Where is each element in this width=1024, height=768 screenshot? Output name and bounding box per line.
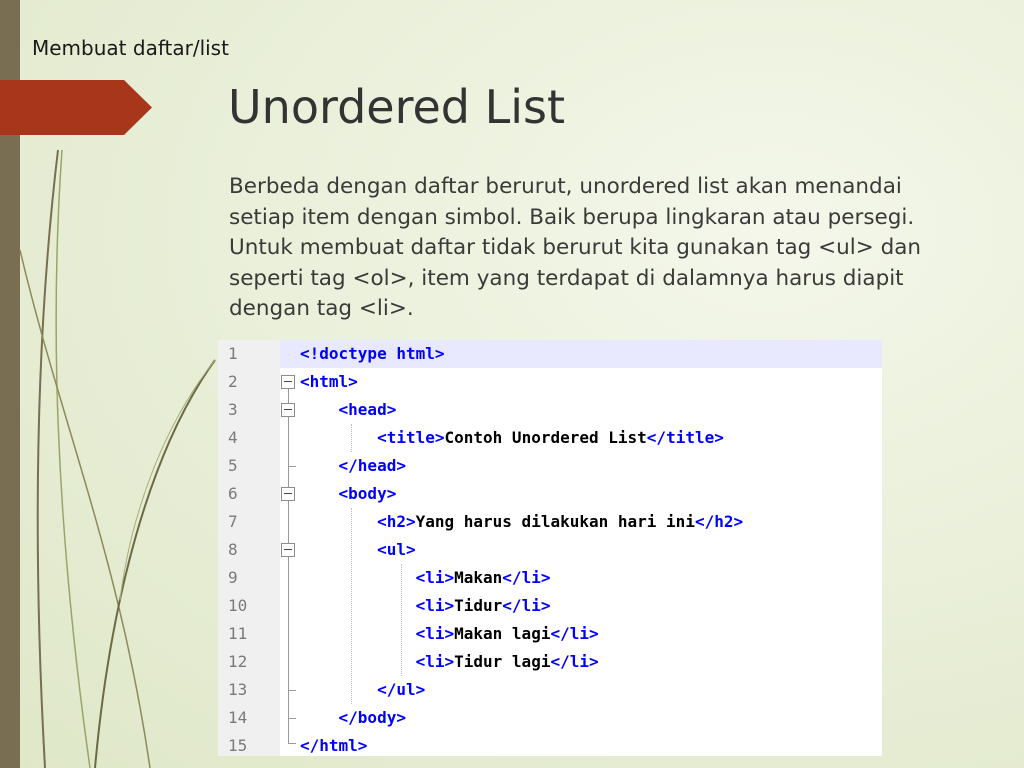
line-number: 4	[228, 428, 238, 447]
code-tag: </li>	[502, 596, 551, 615]
title-arrow-marker	[0, 80, 152, 135]
code-tag: <li>	[300, 652, 455, 671]
code-line: <title>Contoh Unordered List</title>	[300, 424, 724, 452]
line-number: 10	[228, 596, 248, 615]
code-line: <h2>Yang harus dilakukan hari ini</h2>	[300, 508, 743, 536]
code-line: <!doctype html>	[300, 340, 445, 368]
code-tag: <head>	[300, 400, 397, 419]
code-tag: </title>	[646, 428, 724, 447]
code-text: Contoh Unordered List	[444, 428, 647, 447]
code-tag: <li>	[300, 568, 455, 587]
line-number: 8	[228, 540, 238, 559]
code-line: </ul>	[300, 676, 425, 704]
fold-end-tick	[288, 718, 296, 719]
collapse-icon[interactable]	[281, 543, 295, 557]
line-number: 13	[228, 680, 248, 699]
code-line: </body>	[300, 704, 406, 732]
code-tag: <body>	[300, 484, 397, 503]
code-tag: <li>	[300, 624, 455, 643]
line-number: 14	[228, 708, 248, 727]
line-number: 15	[228, 736, 248, 755]
code-line: <html>	[300, 368, 358, 396]
code-tag: <html>	[300, 372, 358, 391]
code-tag: </body>	[300, 708, 406, 727]
code-tag: </li>	[502, 568, 551, 587]
line-number: 5	[228, 456, 238, 475]
code-tag: <title>	[300, 428, 445, 447]
section-heading: Membuat daftar/list	[32, 36, 229, 60]
fold-end-tick	[288, 466, 296, 467]
line-number: 3	[228, 400, 238, 419]
code-tag: <ul>	[300, 540, 416, 559]
body-paragraph: Berbeda dengan daftar berurut, unordered…	[229, 174, 922, 321]
code-tag: <h2>	[300, 512, 416, 531]
code-text: Tidur	[454, 596, 503, 615]
line-number: 12	[228, 652, 248, 671]
code-tag: </head>	[300, 456, 406, 475]
code-line: <body>	[300, 480, 397, 508]
code-tag: <li>	[300, 596, 455, 615]
code-line: </html>	[300, 732, 367, 760]
code-tag: </li>	[550, 624, 599, 643]
fold-end-tick	[288, 690, 296, 691]
code-tag: </html>	[300, 736, 368, 755]
line-number: 1	[228, 344, 238, 363]
code-text: Yang harus dilakukan hari ini	[415, 512, 695, 531]
code-tag: </h2>	[694, 512, 744, 531]
code-line: </head>	[300, 452, 406, 480]
line-number: 11	[228, 624, 248, 643]
code-line: <li>Makan lagi</li>	[300, 620, 599, 648]
code-line: <head>	[300, 396, 397, 424]
line-number: 6	[228, 484, 238, 503]
code-text: Makan lagi	[454, 624, 551, 643]
code-tag: </ul>	[300, 680, 426, 699]
line-number: 2	[228, 372, 238, 391]
line-number: 9	[228, 568, 238, 587]
code-line: <ul>	[300, 536, 416, 564]
code-editor-screenshot: 1 2 3 4 5 6 7 8 9 10 11 12 13 14 15 <!do…	[218, 340, 882, 756]
fold-end-tick	[288, 743, 296, 744]
code-tag: </li>	[550, 652, 599, 671]
code-line: <li>Tidur lagi</li>	[300, 648, 599, 676]
code-line: <li>Makan</li>	[300, 564, 551, 592]
code-text: Makan	[454, 568, 503, 587]
code-text: Tidur lagi	[454, 652, 551, 671]
slide-title: Unordered List	[228, 80, 566, 134]
collapse-icon[interactable]	[281, 487, 295, 501]
code-tag: <!doctype html>	[300, 344, 445, 363]
line-number: 7	[228, 512, 238, 531]
code-line: <li>Tidur</li>	[300, 592, 551, 620]
collapse-icon[interactable]	[281, 403, 295, 417]
collapse-icon[interactable]	[281, 375, 295, 389]
